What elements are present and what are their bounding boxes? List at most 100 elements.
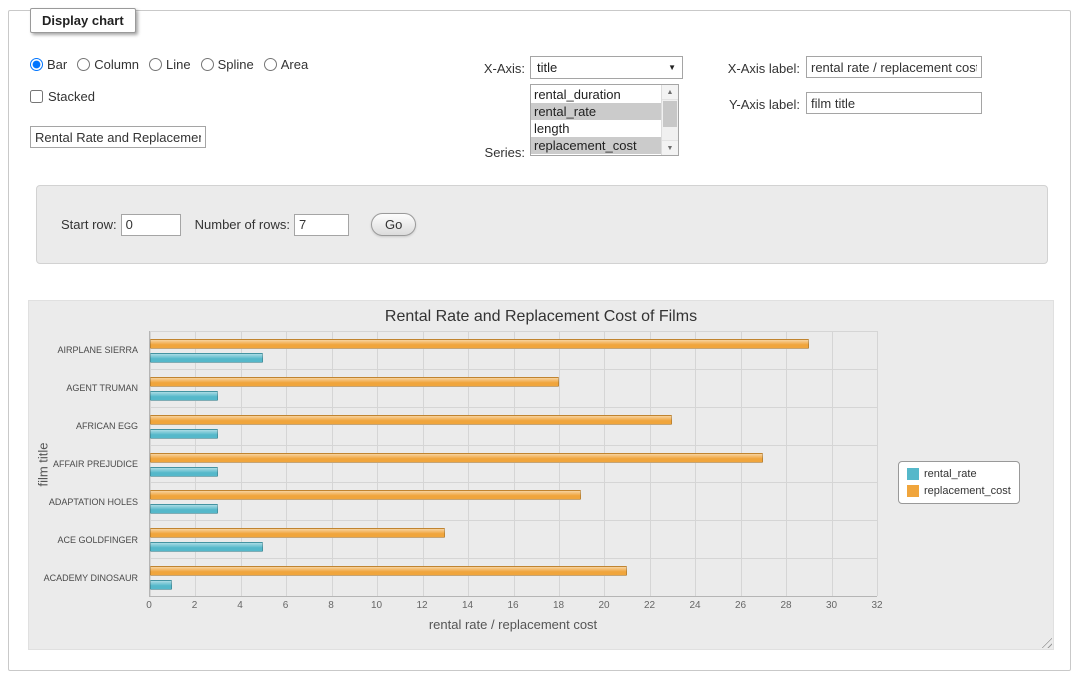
category-labels: AIRPLANE SIERRAAGENT TRUMANAFRICAN EGGAF… [43, 331, 143, 597]
x-tick-label: 4 [237, 600, 243, 611]
series-field-label: Series: [445, 145, 525, 160]
category-label: AIRPLANE SIERRA [43, 331, 143, 369]
chart-type-radio-spline[interactable] [201, 58, 214, 71]
bar-rental_rate [150, 467, 218, 477]
resize-handle-icon[interactable] [1039, 635, 1052, 648]
legend-swatch-rental_rate [907, 468, 919, 480]
series-option-rental_duration[interactable]: rental_duration [531, 86, 661, 103]
series-scrollbar[interactable]: ▲ ▼ [661, 85, 678, 155]
bar-rental_rate [150, 353, 263, 363]
chart-type-radio-line[interactable] [149, 58, 162, 71]
bar-rental_rate [150, 542, 263, 552]
stacked-option[interactable]: Stacked [30, 89, 95, 104]
start-row-input[interactable] [121, 214, 181, 236]
scrollbar-thumb[interactable] [663, 101, 677, 127]
x-tick-label: 22 [644, 600, 655, 611]
stacked-label: Stacked [48, 89, 95, 104]
x-axis-select[interactable]: title ▼ [530, 56, 683, 79]
scroll-down-button[interactable]: ▼ [662, 140, 678, 155]
panel-title-text: Display chart [42, 13, 124, 28]
chart-legend: rental_rate replacement_cost [898, 461, 1020, 504]
category-band [150, 558, 877, 596]
chart-type-label-bar: Bar [47, 57, 67, 72]
x-tick-label: 28 [780, 600, 791, 611]
bar-rental_rate [150, 580, 172, 590]
bar-rental_rate [150, 429, 218, 439]
chart-type-radio-area[interactable] [264, 58, 277, 71]
legend-item-rental_rate[interactable]: rental_rate [907, 468, 1011, 480]
chart-type-radio-group: Bar Column Line Spline Area [30, 57, 308, 72]
chart-type-option-line[interactable]: Line [149, 57, 191, 72]
legend-label-replacement_cost: replacement_cost [924, 485, 1011, 497]
chart-type-option-area[interactable]: Area [264, 57, 308, 72]
y-axis-label-field-label: Y-Axis label: [700, 97, 800, 112]
y-axis-label-input[interactable] [806, 92, 982, 114]
bar-replacement_cost [150, 453, 763, 463]
x-tick-label: 20 [598, 600, 609, 611]
x-tick-label: 10 [371, 600, 382, 611]
category-band [150, 520, 877, 558]
bar-rental_rate [150, 504, 218, 514]
series-option-length[interactable]: length [531, 120, 661, 137]
x-tick-label: 26 [735, 600, 746, 611]
category-band [150, 369, 877, 407]
category-band [150, 331, 877, 369]
stacked-checkbox[interactable] [30, 90, 43, 103]
chart-bands [150, 331, 877, 596]
x-tick-label: 24 [689, 600, 700, 611]
x-axis-field-label: X-Axis: [445, 61, 525, 76]
chart-type-radio-column[interactable] [77, 58, 90, 71]
chart-type-label-line: Line [166, 57, 191, 72]
row-controls-panel: Start row: Number of rows: Go [36, 185, 1048, 264]
start-row-label: Start row: [61, 217, 117, 232]
bar-replacement_cost [150, 528, 445, 538]
category-label: ADAPTATION HOLES [43, 483, 143, 521]
legend-item-replacement_cost[interactable]: replacement_cost [907, 485, 1011, 497]
x-tick-label: 8 [328, 600, 334, 611]
gridline [877, 331, 878, 596]
category-label: ACE GOLDFINGER [43, 521, 143, 559]
x-tick-label: 32 [871, 600, 882, 611]
chart-title-input[interactable] [30, 126, 206, 148]
x-tick-label: 16 [507, 600, 518, 611]
dropdown-arrow-icon: ▼ [668, 63, 676, 72]
x-tick-label: 0 [146, 600, 152, 611]
chart-type-option-spline[interactable]: Spline [201, 57, 254, 72]
scroll-up-button[interactable]: ▲ [662, 85, 678, 100]
category-label: ACADEMY DINOSAUR [43, 559, 143, 597]
series-option-replacement_cost[interactable]: replacement_cost [531, 137, 661, 154]
chart-type-option-column[interactable]: Column [77, 57, 139, 72]
series-option-rental_rate[interactable]: rental_rate [531, 103, 661, 120]
chart-type-radio-bar[interactable] [30, 58, 43, 71]
chart-type-label-column: Column [94, 57, 139, 72]
x-axis-label-field-label: X-Axis label: [700, 61, 800, 76]
series-multiselect[interactable]: rental_durationrental_ratelengthreplacem… [530, 84, 679, 156]
category-label: AGENT TRUMAN [43, 369, 143, 407]
bar-rental_rate [150, 391, 218, 401]
bar-replacement_cost [150, 339, 809, 349]
bar-replacement_cost [150, 377, 559, 387]
chart-container: Rental Rate and Replacement Cost of Film… [28, 300, 1054, 650]
page: Display chart Bar Column Line Spline Area St… [0, 0, 1081, 681]
legend-label-rental_rate: rental_rate [924, 468, 977, 480]
x-tick-label: 18 [553, 600, 564, 611]
scroll-down-icon: ▼ [667, 145, 674, 152]
x-tick-label: 30 [826, 600, 837, 611]
bar-replacement_cost [150, 415, 672, 425]
panel-title: Display chart [30, 8, 136, 33]
chart-type-label-spline: Spline [218, 57, 254, 72]
x-tick-label: 6 [283, 600, 289, 611]
category-band [150, 482, 877, 520]
category-label: AFRICAN EGG [43, 407, 143, 445]
number-of-rows-input[interactable] [294, 214, 349, 236]
series-options: rental_durationrental_ratelengthreplacem… [531, 85, 661, 155]
x-tick-label: 2 [192, 600, 198, 611]
chart-plot-area [149, 331, 877, 597]
category-label: AFFAIR PREJUDICE [43, 445, 143, 483]
legend-swatch-replacement_cost [907, 485, 919, 497]
go-button[interactable]: Go [371, 213, 416, 236]
chart-type-option-bar[interactable]: Bar [30, 57, 67, 72]
scroll-up-icon: ▲ [667, 89, 674, 96]
x-axis-label-input[interactable] [806, 56, 982, 78]
chart-title: Rental Rate and Replacement Cost of Film… [29, 308, 1053, 326]
